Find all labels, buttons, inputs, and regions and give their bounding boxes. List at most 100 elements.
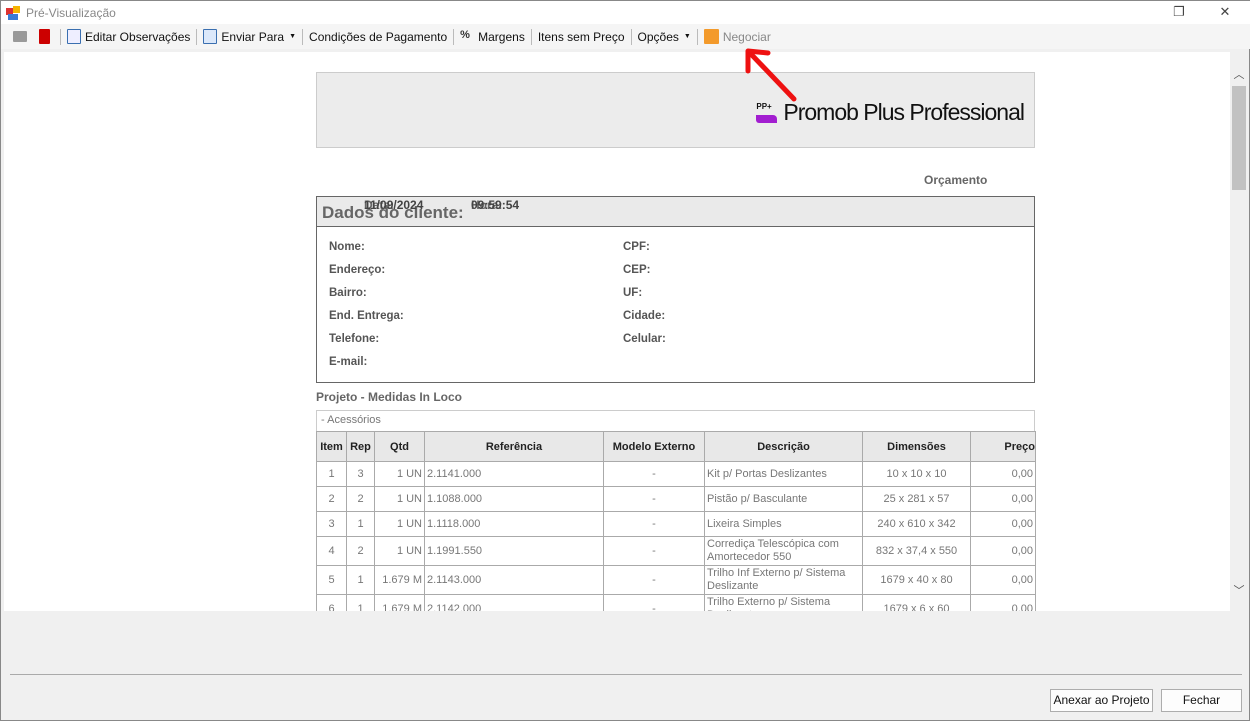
chevron-down-icon[interactable]: ﹀ — [1230, 582, 1248, 598]
table-cell: - — [603, 565, 705, 595]
table-cell: Corrediça Telescópica com Amortecedor 55… — [704, 536, 863, 566]
chevron-down-icon: ▼ — [289, 33, 297, 40]
column-header: Dimensões — [862, 431, 971, 462]
chevron-up-icon[interactable]: ︿ — [1230, 66, 1248, 82]
column-header: Modelo Externo — [603, 431, 705, 462]
items-table: Item Rep Qtd Referência Modelo Externo Descri… — [316, 431, 1036, 611]
table-cell: 1 — [346, 594, 375, 611]
window-title: Pré-Visualização — [26, 5, 116, 20]
client-data-title: Dados do cliente: — [317, 197, 1034, 227]
table-row: 421 UN 1.1991.550- Corrediça Telescópica c… — [316, 536, 1036, 566]
field-uf: UF: — [623, 287, 643, 299]
divider — [10, 674, 1242, 675]
print-button[interactable] — [9, 26, 35, 48]
field-delivery-address: End. Entrega: — [329, 310, 404, 322]
table-cell: 2.1143.000 — [424, 565, 604, 595]
header-logo-box: PP+ Promob Plus Professional — [316, 72, 1035, 148]
table-cell: 1.1991.550 — [424, 536, 604, 566]
margins-label: Margens — [478, 29, 525, 44]
table-row: 6 1 1.679 M 2.1142.000- Trilho Externo p/ Si… — [316, 594, 1036, 611]
field-address: Endereço: — [329, 264, 386, 276]
edit-notes-button[interactable]: Editar Observações — [63, 26, 194, 48]
table-cell: 0,00 — [970, 565, 1036, 595]
scrollbar-thumb[interactable] — [1232, 86, 1246, 190]
printer-icon — [13, 31, 27, 42]
table-row: 311 UN 1.1118.000- Lixeira Simples 240 x 61… — [316, 511, 1036, 537]
table-cell: 1 — [346, 511, 375, 537]
table-cell: - — [603, 536, 705, 566]
table-cell: - — [603, 461, 705, 487]
options-label: Opções — [637, 29, 679, 44]
payment-terms-button[interactable]: Condições de Pagamento — [305, 26, 451, 48]
table-cell: 3 — [316, 511, 347, 537]
table-row: 221 UN 1.1088.000- Pistão p/ Basculante 25 … — [316, 486, 1036, 512]
table-cell: 5 — [316, 565, 347, 595]
table-cell: 2 — [316, 486, 347, 512]
document-type: Orçamento — [924, 173, 988, 187]
table-cell: 2 — [346, 486, 375, 512]
toolbar: Editar Observações Enviar Para ▼ Condiçõe… — [1, 24, 1250, 49]
client-data-box: Dados do cliente: Nome: Endereço: Bairro… — [316, 196, 1035, 383]
project-title: Projeto - Medidas In Loco — [316, 390, 463, 404]
field-district: Bairro: — [329, 287, 367, 299]
table-cell: - — [603, 594, 705, 611]
preview-area[interactable]: PP+ Promob Plus Professional Data: 11/09… — [4, 52, 1248, 611]
table-cell: 0,00 — [970, 536, 1036, 566]
items-no-price-button[interactable]: Itens sem Preço — [534, 26, 629, 48]
table-row: 5 1 1.679 M 2.1143.000- Trilho Inf Externo p… — [316, 565, 1036, 595]
edit-notes-label: Editar Observações — [85, 29, 191, 44]
column-header: Item — [316, 431, 347, 462]
column-header: Rep — [346, 431, 375, 462]
send-to-label: Enviar Para — [221, 29, 285, 44]
notepad-icon — [67, 29, 81, 44]
column-header: Preço — [970, 431, 1036, 462]
field-cpf: CPF: — [623, 241, 650, 253]
chevron-down-icon: ▼ — [683, 33, 691, 40]
attach-to-project-button[interactable]: Anexar ao Projeto — [1050, 689, 1153, 712]
table-cell: 1679 x 40 x 80 — [862, 565, 971, 595]
title-bar: Pré-Visualização ❐ ✕ — [1, 1, 1250, 24]
table-cell: 1679 x 6 x 60 — [862, 594, 971, 611]
column-header: Referência — [424, 431, 604, 462]
table-cell: Kit p/ Portas Deslizantes — [704, 461, 863, 487]
table-cell: 6 — [316, 594, 347, 611]
table-cell: Lixeira Simples — [704, 511, 863, 537]
table-cell: 0,00 — [970, 594, 1036, 611]
pdf-icon — [39, 29, 50, 44]
table-cell: 832 x 37,4 x 550 — [862, 536, 971, 566]
user-icon — [703, 29, 719, 44]
brand-name: Promob Plus Professional — [783, 99, 1025, 125]
pdf-button[interactable] — [35, 26, 58, 48]
field-name: Nome: — [329, 241, 365, 253]
send-to-dropdown[interactable]: Enviar Para ▼ — [199, 26, 300, 48]
percent-arrows-icon: % — [460, 29, 470, 41]
table-cell: Trilho Externo p/ Sistema Deslizante — [704, 594, 863, 611]
table-cell: 0,00 — [970, 511, 1036, 537]
close-icon[interactable]: ✕ — [1210, 3, 1240, 23]
table-row: 131 UN 2.1141.000- Kit p/ Portas Deslizant… — [316, 461, 1036, 487]
annotation-arrow-icon — [745, 48, 797, 102]
table-cell: 0,00 — [970, 461, 1036, 487]
vertical-scrollbar[interactable]: ︿ ﹀ — [1230, 52, 1248, 611]
items-no-price-label: Itens sem Preço — [537, 29, 625, 44]
time-value: 09:59:54 — [471, 198, 520, 212]
field-mobile: Celular: — [623, 333, 666, 345]
close-button[interactable]: Fechar — [1161, 689, 1242, 712]
table-cell: 1 UN — [374, 461, 425, 487]
date-line: Data: 11/09/2024 Hora: 09:59:54 Orçament… — [316, 148, 1035, 212]
table-cell: 2.1141.000 — [424, 461, 604, 487]
table-cell: - — [603, 486, 705, 512]
margins-button[interactable]: % Margens — [456, 26, 529, 48]
restore-icon[interactable]: ❐ — [1164, 3, 1194, 23]
table-cell: 2 — [346, 536, 375, 566]
table-cell: 2.1142.000 — [424, 594, 604, 611]
table-cell: 1.679 M — [374, 565, 425, 595]
options-dropdown[interactable]: Opções ▼ — [634, 26, 695, 48]
field-phone: Telefone: — [329, 333, 380, 345]
table-cell: 240 x 610 x 342 — [862, 511, 971, 537]
section-accessories: - Acessórios — [316, 410, 1035, 431]
table-cell: 1.1118.000 — [424, 511, 604, 537]
table-cell: 1 UN — [374, 536, 425, 566]
table-cell: 10 x 10 x 10 — [862, 461, 971, 487]
table-cell: 1.1088.000 — [424, 486, 604, 512]
